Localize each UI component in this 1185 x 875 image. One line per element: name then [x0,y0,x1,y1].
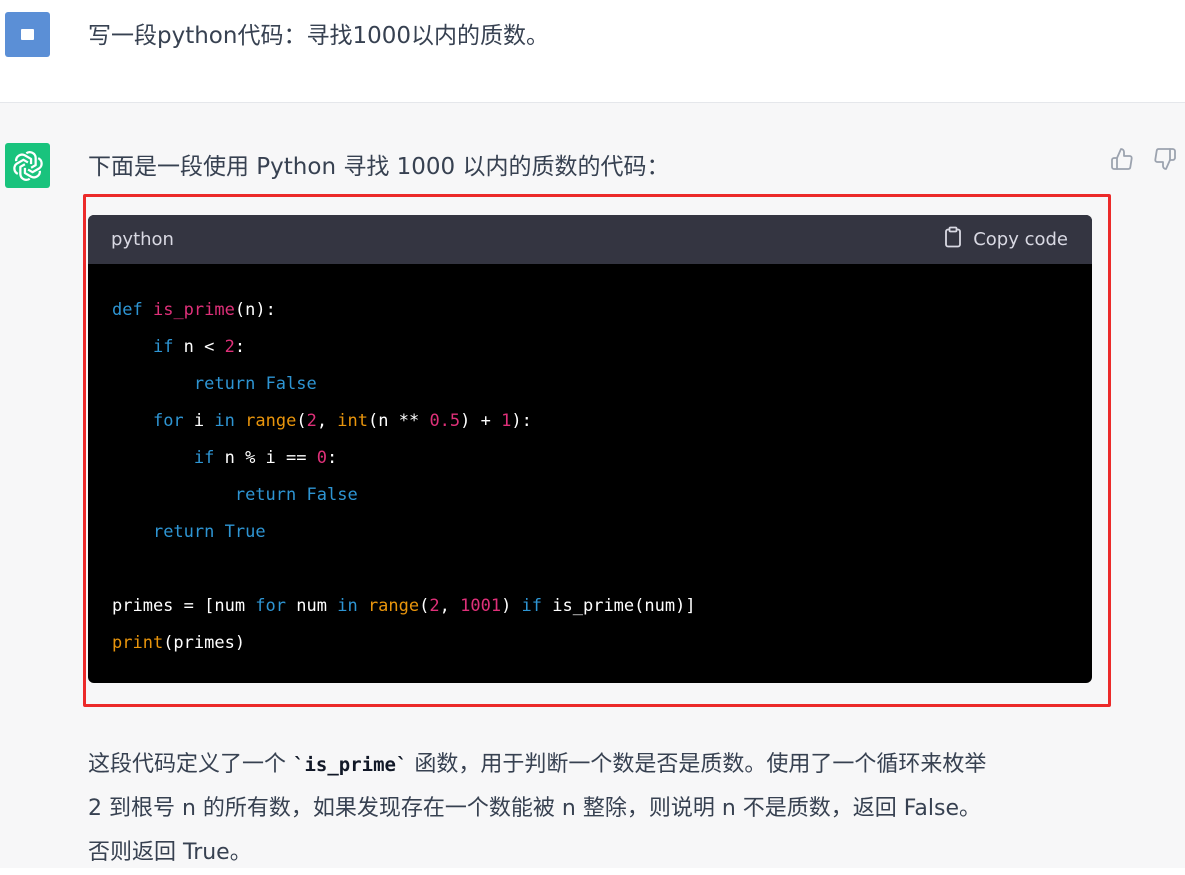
assistant-intro-text: 下面是一段使用 Python 寻找 1000 以内的质数的代码： [88,154,670,180]
thumbs-up-icon[interactable] [1110,147,1134,171]
user-message-text: 写一段python代码：寻找1000以内的质数。 [88,23,549,49]
explanation-line-3: 否则返回 True。 [88,840,252,865]
thumbs-down-icon[interactable] [1153,147,1177,171]
user-message-row: 写一段python代码：寻找1000以内的质数。 [0,0,1185,103]
explanation-line-2: 2 到根号 n 的所有数，如果发现存在一个数能被 n 整除，则说明 n 不是质数… [88,796,982,821]
assistant-explanation: 这段代码定义了一个 `is_prime` 函数，用于判断一个数是否是质数。使用了… [88,743,1098,875]
highlight-box [83,194,1111,707]
chatgpt-logo-icon [5,143,50,188]
inline-code-is-prime: `is_prime` [293,754,408,776]
explanation-line-1: 这段代码定义了一个 `is_prime` 函数，用于判断一个数是否是质数。使用了… [88,743,1098,787]
explanation-text: 这段代码定义了一个 [88,752,293,777]
explanation-text: 函数，用于判断一个数是否是质数。使用了一个循环来枚举 [407,752,987,777]
assistant-message-row: 下面是一段使用 Python 寻找 1000 以内的质数的代码： python … [0,103,1185,868]
user-avatar-icon [5,12,50,57]
